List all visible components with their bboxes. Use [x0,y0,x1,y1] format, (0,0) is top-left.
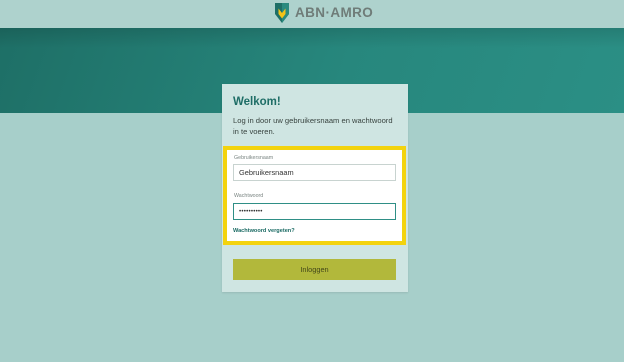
forgot-password-link[interactable]: Wachtwoord vergeten? [233,228,295,234]
top-bar: ABN·AMRO [0,0,624,28]
login-title: Welkom! [233,96,281,108]
password-label: Wachtwoord [234,193,264,199]
brand-logo: ABN·AMRO [275,3,373,23]
password-input[interactable] [233,203,396,220]
username-label: Gebruikersnaam [234,155,274,161]
banner-shade [0,28,624,48]
login-intro: Log in door uw gebruikersnaam en wachtwo… [233,116,393,136]
credentials-form-highlight: Gebruikersnaam Wachtwoord Wachtwoord ver… [223,146,406,245]
abn-amro-shield-icon [275,3,289,23]
brand-name: ABN·AMRO [295,5,374,20]
login-button[interactable]: Inloggen [233,259,396,280]
username-input[interactable] [233,164,396,181]
